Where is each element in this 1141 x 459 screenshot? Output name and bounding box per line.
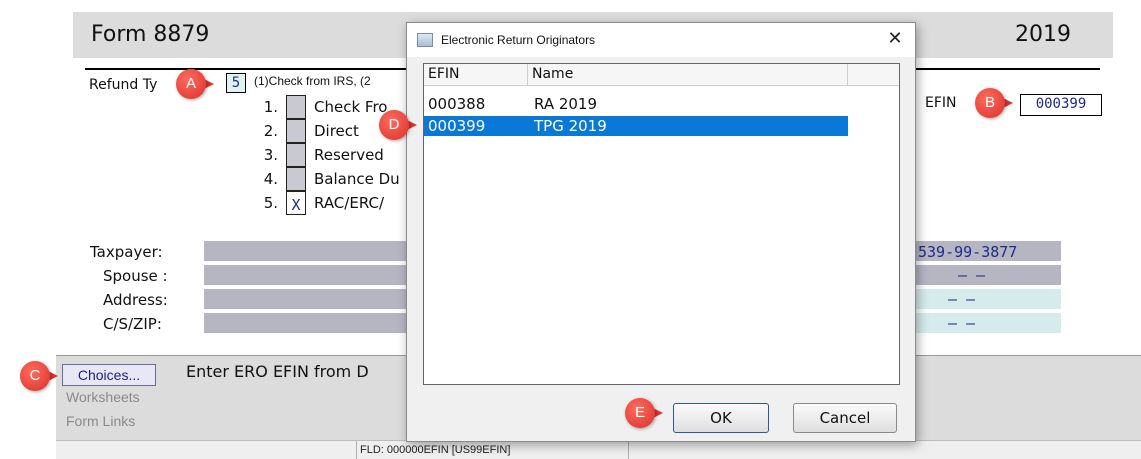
option-label: RAC/ERC/ [314, 194, 385, 212]
taxpayer-ssn: 539-99-3877 [918, 243, 1018, 261]
cancel-button[interactable]: Cancel [793, 403, 897, 433]
form-year: 2019 [1015, 22, 1071, 47]
address-label: Address: [103, 291, 168, 309]
dialog-title: Electronic Return Originators [441, 33, 596, 47]
row-efin: 000399 [428, 117, 486, 135]
efin-field[interactable]: 000399 [1020, 94, 1102, 116]
callout-e: E [625, 398, 663, 428]
row-efin: 000388 [428, 95, 486, 113]
address-dashes: – – [948, 290, 976, 308]
choices-button[interactable]: Choices... [62, 364, 156, 386]
address-field[interactable] [204, 289, 409, 309]
window-icon [417, 33, 433, 47]
status-separator [628, 441, 629, 459]
field-help-text: Enter ERO EFIN from D [186, 362, 369, 381]
option-number: 1. [263, 98, 278, 116]
option-checkbox-3[interactable] [286, 143, 306, 167]
option-checkbox-5[interactable]: X [286, 191, 306, 215]
refund-type-field[interactable]: 5 [226, 73, 246, 93]
column-header-efin[interactable]: EFIN [424, 64, 528, 86]
list-item-selected[interactable]: 000399 TPG 2019 [424, 116, 848, 136]
ok-button[interactable]: OK [673, 403, 769, 433]
list-item[interactable]: 000388 RA 2019 [424, 94, 848, 114]
address-extra-bar[interactable] [916, 289, 1061, 309]
status-separator [356, 441, 357, 459]
worksheets-link[interactable]: Worksheets [66, 389, 140, 405]
efin-label: EFIN [925, 95, 957, 111]
option-label: Check Fro [314, 98, 388, 116]
status-bar [56, 440, 1141, 459]
option-checkbox-4[interactable] [286, 167, 306, 191]
spouse-ssn: – – [958, 266, 986, 284]
option-number: 2. [263, 122, 278, 140]
spouse-ssn-bar[interactable] [916, 265, 1061, 285]
callout-c: C [20, 361, 58, 391]
option-number: 5. [263, 194, 278, 212]
callout-label: B [984, 94, 995, 111]
callout-label: D [388, 116, 400, 133]
option-number: 3. [263, 146, 278, 164]
spouse-label: Spouse : [103, 267, 168, 285]
dialog-titlebar[interactable]: Electronic Return Originators ✕ [407, 23, 915, 57]
form-title: Form 8879 [91, 22, 210, 47]
csz-dashes: – – [948, 314, 976, 332]
csz-extra-bar[interactable] [916, 313, 1061, 333]
option-label: Direct [314, 122, 359, 140]
taxpayer-name-field[interactable] [204, 241, 409, 261]
option-row-4: 4. Balance Du [256, 167, 416, 191]
column-header-name[interactable]: Name [528, 64, 848, 86]
option-checkbox-1[interactable] [286, 95, 306, 119]
callout-label: A [185, 75, 196, 92]
refund-type-label: Refund Ty [89, 77, 158, 93]
option-label: Balance Du [314, 170, 400, 188]
csz-field[interactable] [204, 313, 409, 333]
list-header: EFIN Name [424, 64, 899, 86]
ero-list: EFIN Name 000388 RA 2019 000399 TPG 2019 [423, 63, 900, 385]
csz-label: C/S/ZIP: [103, 315, 162, 333]
refund-type-description: (1)Check from IRS, (2 [254, 74, 371, 88]
option-row-5: 5. X RAC/ERC/ [256, 191, 416, 215]
ero-dialog: Electronic Return Originators ✕ EFIN Nam… [406, 22, 916, 442]
taxpayer-label: Taxpayer: [90, 243, 163, 261]
row-name: RA 2019 [534, 95, 598, 113]
close-icon[interactable]: ✕ [885, 29, 905, 49]
callout-label: E [634, 404, 645, 421]
status-field-text: FLD: 000000EFIN [US99EFIN] [360, 444, 511, 456]
spouse-name-field[interactable] [204, 265, 409, 285]
callout-a: A [176, 69, 214, 99]
callout-label: C [29, 367, 41, 384]
callout-d: D [379, 110, 417, 140]
option-label: Reserved [314, 146, 384, 164]
option-number: 4. [263, 170, 278, 188]
callout-b: B [975, 88, 1013, 118]
option-checkbox-2[interactable] [286, 119, 306, 143]
form-links-link[interactable]: Form Links [66, 413, 135, 429]
option-row-3: 3. Reserved [256, 143, 416, 167]
row-name: TPG 2019 [534, 117, 607, 135]
